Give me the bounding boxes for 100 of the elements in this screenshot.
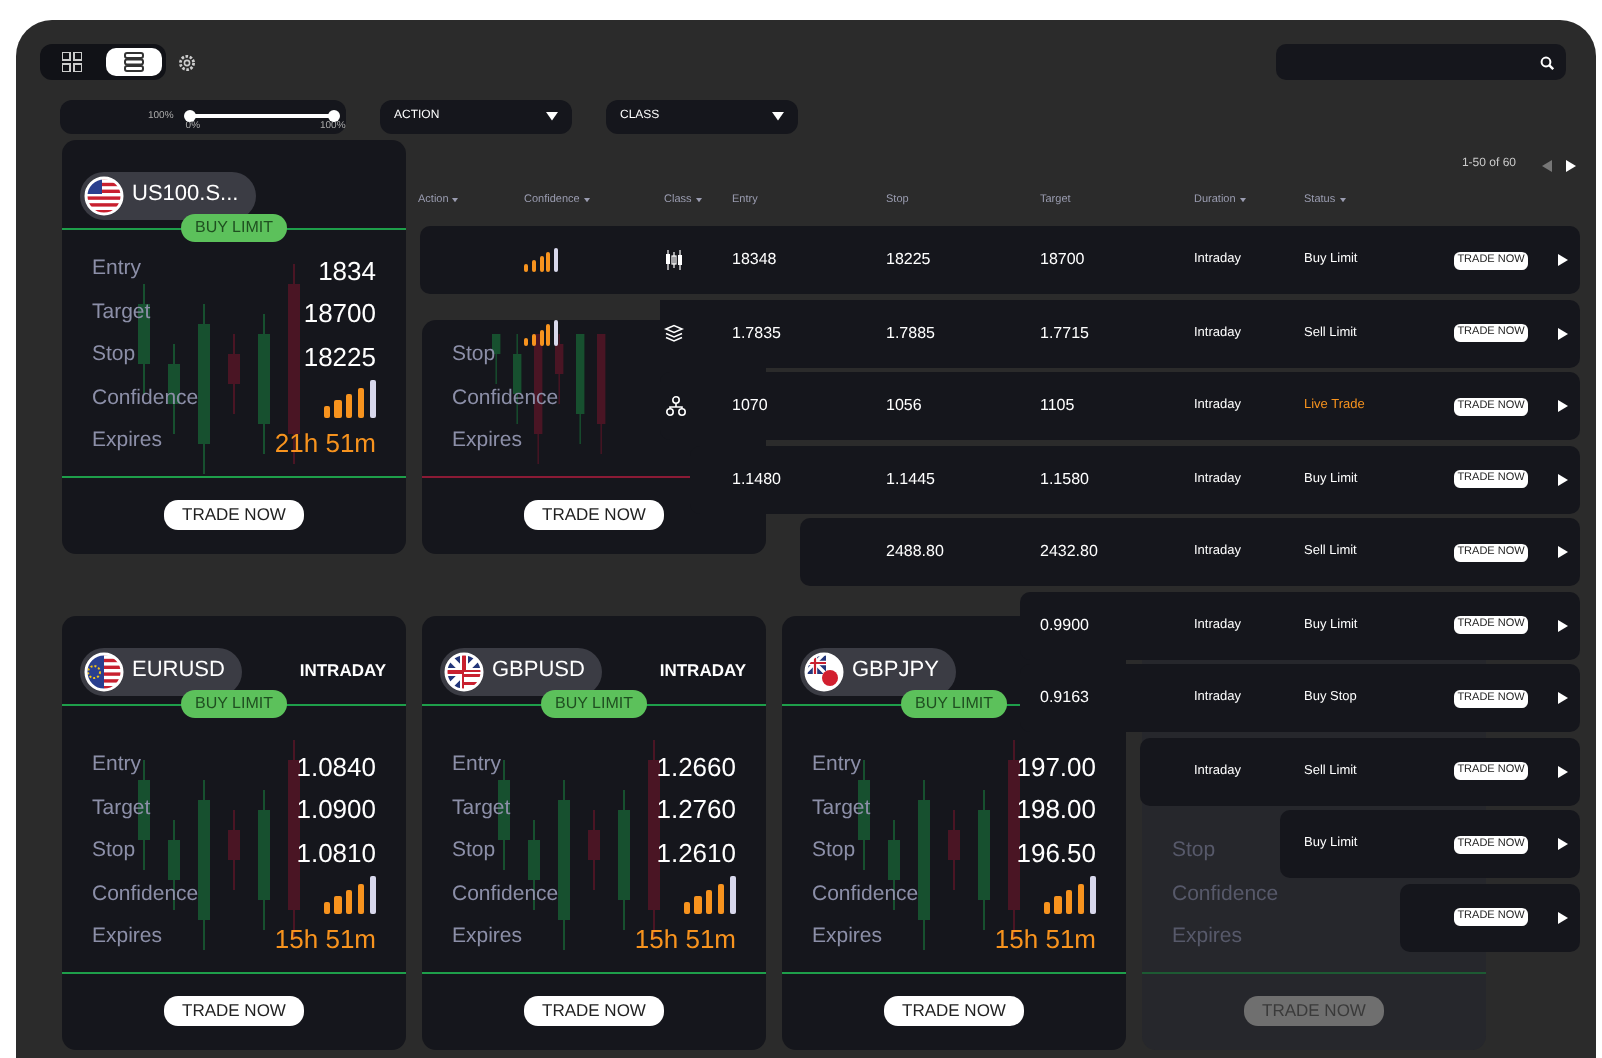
candlestick (555, 334, 564, 405)
expiry-time: 15h 51m (994, 921, 1096, 957)
arrow-right-icon[interactable] (1558, 546, 1568, 558)
expiry-time: 15h 51m (634, 921, 736, 957)
field-label: Expires (452, 922, 523, 953)
table-cell: 1.7715 (1040, 321, 1089, 345)
field-label: Target (92, 793, 151, 824)
field-label: Expires (92, 426, 163, 457)
table-cell: 0.9163 (1040, 686, 1089, 710)
table-cell: 18700 (1040, 248, 1085, 272)
expiry-time: 21h 51m (274, 425, 376, 461)
table-cell: 1056 (886, 394, 922, 418)
field-label: Entry (92, 750, 142, 781)
list-icon (124, 52, 144, 72)
field-value: 1.2760 (656, 792, 736, 828)
candlestick (618, 789, 630, 931)
field-label: Confidence (92, 879, 199, 910)
caret-icon (546, 112, 558, 122)
arrow-right-icon[interactable] (1558, 619, 1568, 631)
table-cell: 1.7885 (886, 321, 935, 345)
candlestick (597, 334, 606, 455)
field-value: 1.2610 (656, 835, 736, 871)
candlestick (228, 333, 240, 415)
table-cell: 0.9900 (1040, 613, 1089, 637)
arrow-right-icon[interactable] (1558, 692, 1568, 704)
action-badge: BUY LIMIT (181, 214, 287, 242)
candlestick (588, 809, 600, 891)
candlestick (228, 809, 240, 891)
trade-now-button[interactable]: TRADE NOW (164, 996, 304, 1026)
table-cell: 18225 (886, 248, 931, 272)
slider-handle[interactable] (327, 109, 340, 121)
view-toggle-button[interactable] (106, 48, 162, 76)
table-cell: 18348 (732, 248, 777, 272)
action-badge: BUY LIMIT (901, 690, 1007, 718)
field-value: 1.0810 (296, 835, 376, 871)
field-value: 18225 (303, 339, 376, 375)
field-value: 196.50 (1016, 835, 1096, 871)
field-value: 1834 (318, 253, 376, 289)
field-value: 1.0900 (296, 792, 376, 828)
arrow-right-icon[interactable] (1558, 254, 1568, 266)
candlestick-icon (664, 250, 684, 270)
network-icon (666, 396, 686, 416)
field-label: Target (92, 297, 151, 328)
field-label: Stop (92, 836, 136, 867)
table-cell: 1105 (1040, 394, 1075, 418)
field-value: 18700 (303, 296, 376, 332)
field-label: Confidence (812, 879, 919, 910)
layers-icon (664, 324, 684, 342)
table-cell: 1.1580 (1040, 467, 1089, 491)
candlestick (978, 789, 990, 931)
field-label: Stop (452, 836, 496, 867)
field-label: Expires (92, 922, 163, 953)
field-label: Target (452, 793, 511, 824)
trade-now-button[interactable]: TRADE NOW (524, 500, 664, 530)
symbol-name: GBPUSD (492, 656, 585, 687)
flag-icon (444, 651, 484, 691)
action-badge: BUY LIMIT (181, 690, 287, 718)
flag-icon (84, 651, 124, 691)
table-cell: 2432.80 (1040, 540, 1098, 564)
trade-now-button[interactable]: TRADE NOW (884, 996, 1024, 1026)
field-label: Expires (452, 426, 523, 457)
arrow-right-icon[interactable] (1558, 838, 1568, 850)
slider-handle[interactable] (183, 109, 196, 121)
duration-label: INTRADAY (659, 658, 746, 684)
field-label: Expires (1172, 922, 1243, 953)
candlestick (948, 809, 960, 891)
flag-icon (84, 175, 124, 215)
candlestick (258, 789, 270, 931)
table-cell: 2488.80 (886, 540, 944, 564)
field-label: Entry (812, 750, 862, 781)
field-value: 198.00 (1016, 792, 1096, 828)
field-label: Confidence (452, 383, 559, 414)
field-label: Stop (812, 836, 856, 867)
table-cell: 1.7835 (732, 321, 781, 345)
action-badge: BUY LIMIT (541, 690, 647, 718)
arrow-right-icon[interactable] (1558, 911, 1568, 923)
arrow-right-icon[interactable] (1558, 400, 1568, 412)
caret-icon (772, 112, 784, 122)
flag-icon (804, 651, 844, 691)
duration-label: INTRADAY (299, 658, 386, 684)
field-label: Stop (1172, 836, 1216, 867)
field-label: Confidence (1172, 879, 1279, 910)
next-page-icon[interactable] (1566, 159, 1576, 171)
symbol-name: GBPJPY (852, 656, 939, 687)
search-icon (1540, 55, 1554, 69)
field-label: Expires (812, 922, 883, 953)
trade-now-button[interactable]: TRADE NOW (164, 500, 304, 530)
field-label: Target (812, 793, 871, 824)
arrow-right-icon[interactable] (1558, 473, 1568, 485)
search-field[interactable] (1276, 44, 1566, 80)
field-label: Entry (452, 750, 502, 781)
field-label: Entry (92, 254, 142, 285)
arrow-right-icon[interactable] (1558, 327, 1568, 339)
arrow-right-icon[interactable] (1558, 765, 1568, 777)
field-label: Confidence (452, 879, 559, 910)
trade-now-button[interactable]: TRADE NOW (524, 996, 664, 1026)
candlestick (576, 334, 585, 445)
field-label: Stop (452, 340, 496, 371)
settings-icon[interactable] (178, 53, 196, 71)
field-label: Confidence (92, 383, 199, 414)
